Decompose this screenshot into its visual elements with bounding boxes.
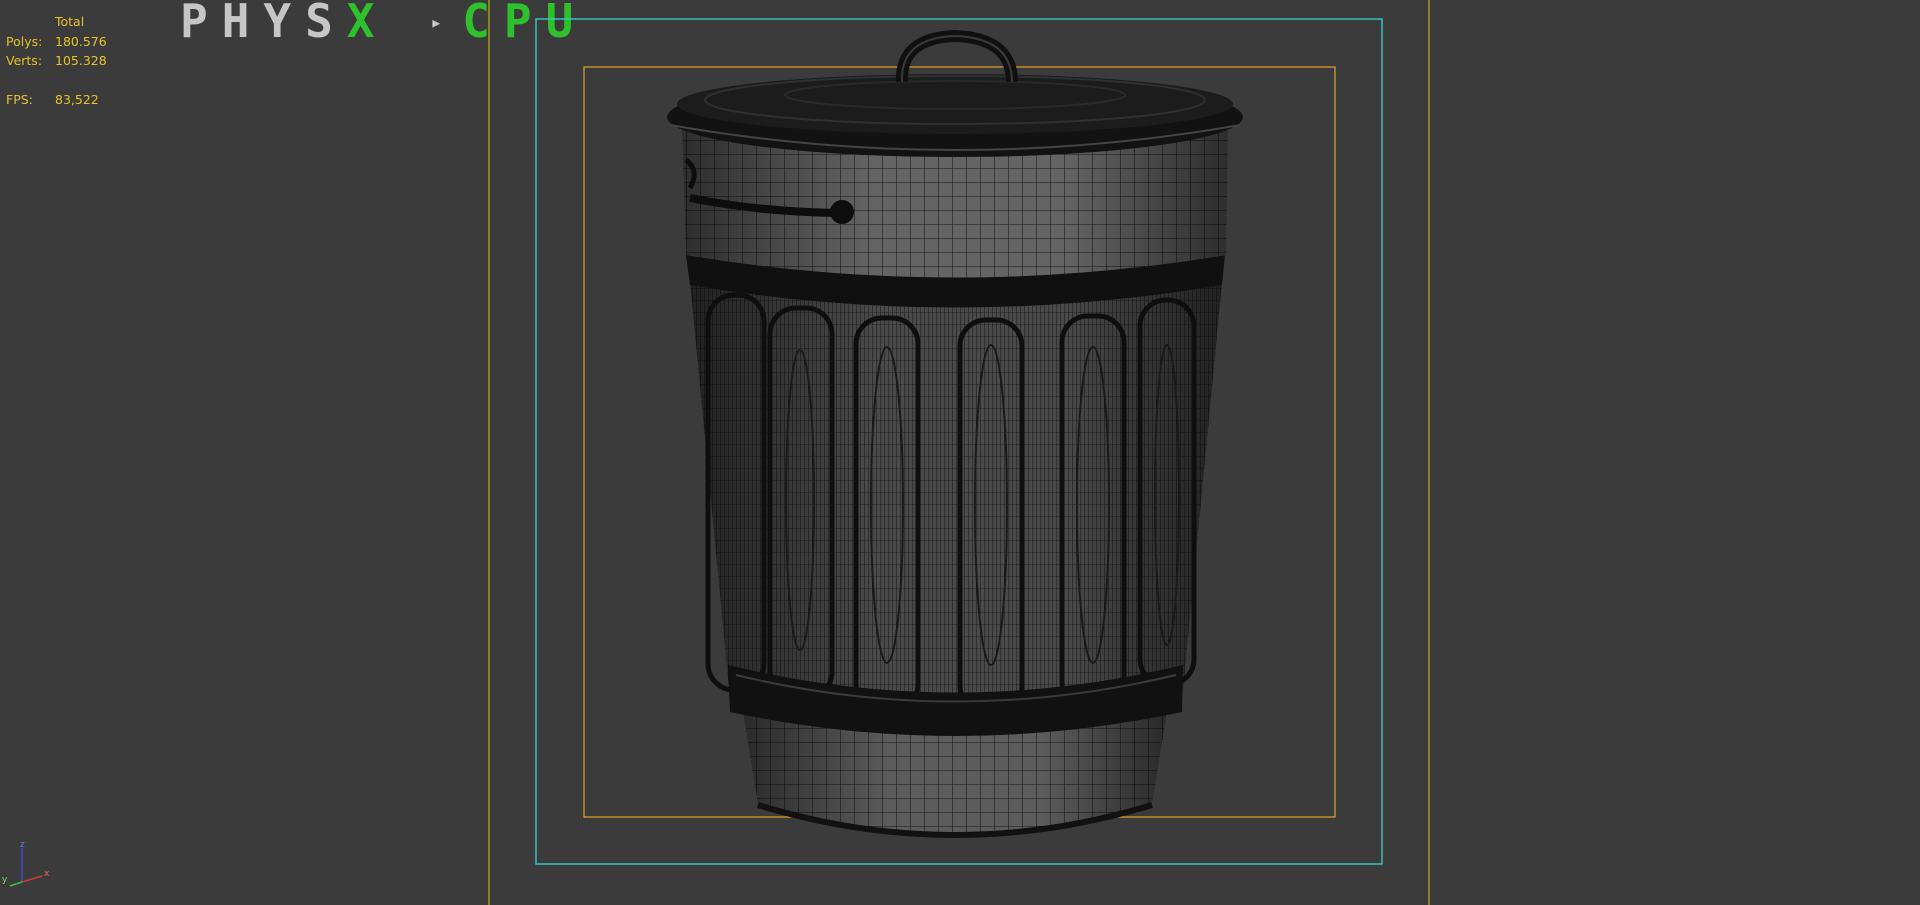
axis-z-label: z: [20, 840, 25, 850]
axis-gizmo: z x y: [2, 838, 54, 890]
axis-x-label: x: [44, 869, 50, 879]
axis-y-label: y: [2, 875, 8, 885]
trash-can-mesh[interactable]: [667, 29, 1243, 838]
viewport-canvas[interactable]: [0, 0, 1920, 905]
